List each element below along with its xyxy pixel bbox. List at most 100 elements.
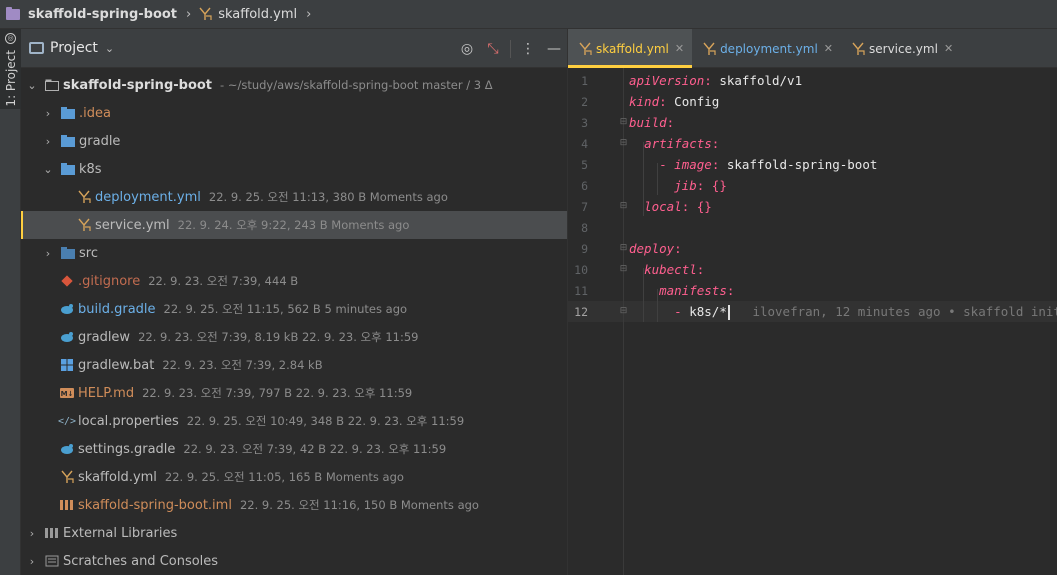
tree-item-label: skaffold-spring-boot	[63, 77, 213, 93]
tree-item-meta: 22. 9. 23. 오전 7:39, 444 B	[148, 274, 299, 288]
project-view-icon	[29, 42, 44, 54]
yaml-value: skaffold-spring-boot	[726, 157, 878, 172]
yaml-separator: :	[696, 178, 712, 193]
code-line: 10 kubectl:	[568, 259, 1057, 280]
close-tab-icon[interactable]: ✕	[675, 42, 684, 55]
breadcrumb-chevron-icon: ›	[186, 6, 192, 22]
tree-item-meta: - ~/study/aws/skaffold-spring-boot maste…	[220, 78, 493, 92]
collapsed-arrow-icon[interactable]: ›	[42, 135, 54, 148]
yaml-key: image	[674, 157, 712, 172]
tree-item-label: skaffold.yml	[78, 469, 157, 485]
chevron-down-icon[interactable]: ⌄	[105, 42, 114, 55]
text-caret	[727, 304, 730, 320]
expanded-arrow-icon[interactable]: ⌄	[42, 163, 54, 176]
tree-item-meta: 22. 9. 24. 오후 9:22, 243 B Moments ago	[177, 218, 410, 232]
tree-item-label: build.gradle	[78, 301, 156, 317]
tree-item-deployment-yml[interactable]: deployment.yml 22. 9. 25. 오전 11:13, 380 …	[21, 183, 567, 211]
yaml-separator: :	[711, 136, 720, 151]
yaml-separator: :	[659, 94, 675, 109]
locate-file-icon[interactable]: ◎	[454, 41, 480, 57]
tree-item-label: External Libraries	[63, 525, 178, 541]
breadcrumb-project-label: skaffold-spring-boot	[28, 6, 178, 22]
yaml-separator: :	[711, 157, 727, 172]
code-line: 3 build:	[568, 112, 1057, 133]
project-panel-title[interactable]: Project	[50, 40, 98, 56]
library-icon	[45, 526, 59, 540]
tree-item-k8s[interactable]: ⌄ k8s	[21, 155, 567, 183]
expanded-arrow-icon[interactable]: ⌄	[26, 79, 38, 92]
git-blame-annotation: ilovefran, 12 minutes ago • skaffold ini…	[752, 303, 1057, 319]
yaml-file-icon	[199, 7, 212, 21]
yaml-separator: :	[704, 73, 720, 88]
tree-item-meta: 22. 9. 23. 오전 7:39, 797 B 22. 9. 23. 오후 …	[142, 386, 413, 400]
tree-item-gradlew-bat[interactable]: gradlew.bat 22. 9. 23. 오전 7:39, 2.84 kB	[21, 351, 567, 379]
tab-service-yml[interactable]: service.yml ✕	[841, 29, 961, 68]
yaml-file-icon	[77, 218, 91, 232]
yaml-separator: :	[696, 262, 705, 277]
tree-item-src[interactable]: › src	[21, 239, 567, 267]
tree-item-iml[interactable]: skaffold-spring-boot.iml 22. 9. 25. 오전 1…	[21, 491, 567, 519]
tree-item-label: .gitignore	[78, 273, 141, 289]
tree-item-scratches[interactable]: › Scratches and Consoles	[21, 547, 567, 575]
toolbar-divider	[510, 39, 511, 58]
collapse-all-icon[interactable]: ⤡	[480, 41, 506, 57]
properties-file-icon: </>	[57, 415, 77, 427]
markdown-file-icon: M↓	[60, 386, 74, 400]
close-tab-icon[interactable]: ✕	[824, 42, 833, 55]
tree-item-gradlew[interactable]: gradlew 22. 9. 23. 오전 7:39, 8.19 kB 22. …	[21, 323, 567, 351]
code-editor[interactable]: ⊟ ⊟ ⊟ ⊟ ⊟ ⊟ 1 apiVersion: skaffold/v1 2 …	[567, 68, 1057, 575]
tree-item-root[interactable]: ⌄ skaffold-spring-boot - ~/study/aws/ska…	[21, 71, 567, 99]
tree-item-idea[interactable]: › .idea	[21, 99, 567, 127]
tree-item-skaffold-yml[interactable]: skaffold.yml 22. 9. 25. 오전 11:05, 165 B …	[21, 463, 567, 491]
yaml-separator: :	[681, 199, 697, 214]
yaml-list-dash: -	[659, 157, 675, 172]
yaml-separator: :	[726, 283, 735, 298]
folder-icon	[61, 134, 75, 148]
tree-item-gradle[interactable]: › gradle	[21, 127, 567, 155]
tree-item-label: k8s	[79, 161, 102, 177]
line-number: 11	[574, 283, 588, 298]
project-tree: ⌄ skaffold-spring-boot - ~/study/aws/ska…	[21, 71, 567, 575]
windows-file-icon	[60, 358, 74, 372]
code-line: 5 - image: skaffold-spring-boot	[568, 154, 1057, 175]
module-folder-icon	[45, 78, 59, 92]
tab-deployment-yml[interactable]: deployment.yml ✕	[692, 29, 841, 68]
hide-panel-icon[interactable]: —	[541, 41, 567, 57]
options-menu-icon[interactable]: ⋮	[515, 41, 541, 57]
folder-icon	[6, 6, 20, 20]
collapsed-arrow-icon[interactable]: ›	[42, 107, 54, 120]
line-number: 8	[581, 220, 588, 235]
tree-item-label: service.yml	[95, 217, 170, 233]
collapsed-arrow-icon[interactable]: ›	[42, 247, 54, 260]
collapsed-arrow-icon[interactable]: ›	[26, 555, 38, 568]
yaml-value: skaffold/v1	[719, 73, 803, 88]
tab-label: service.yml	[869, 41, 938, 56]
tree-item-meta: 22. 9. 25. 오전 11:15, 562 B 5 minutes ago	[163, 302, 408, 316]
tree-item-label: deployment.yml	[95, 189, 201, 205]
close-tab-icon[interactable]: ✕	[944, 42, 953, 55]
gradle-icon	[60, 330, 74, 344]
project-tool-label: 1: Project	[3, 50, 18, 107]
gradle-icon	[60, 442, 74, 456]
tree-item-build-gradle[interactable]: build.gradle 22. 9. 25. 오전 11:15, 562 B …	[21, 295, 567, 323]
tree-item-help-md[interactable]: M↓ HELP.md 22. 9. 23. 오전 7:39, 797 B 22.…	[21, 379, 567, 407]
yaml-key: local	[644, 199, 682, 214]
tree-item-external-libraries[interactable]: › External Libraries	[21, 519, 567, 547]
collapsed-arrow-icon[interactable]: ›	[26, 527, 38, 540]
tree-item-label: src	[79, 245, 98, 261]
tree-item-gitignore[interactable]: .gitignore 22. 9. 23. 오전 7:39, 444 B	[21, 267, 567, 295]
project-tool-tab[interactable]: ◎ 1: Project	[0, 29, 21, 109]
tree-item-service-yml[interactable]: service.yml 22. 9. 24. 오후 9:22, 243 B Mo…	[21, 211, 567, 239]
folder-icon	[61, 162, 75, 176]
yaml-file-icon	[77, 190, 91, 204]
tree-item-label: skaffold-spring-boot.iml	[78, 497, 232, 513]
tree-item-local-properties[interactable]: </> local.properties 22. 9. 25. 오전 10:49…	[21, 407, 567, 435]
yaml-key: artifacts	[644, 136, 712, 151]
tab-skaffold-yml[interactable]: skaffold.yml ✕	[568, 29, 693, 68]
breadcrumb-file[interactable]: skaffold.yml	[199, 7, 297, 22]
tab-label: deployment.yml	[720, 41, 818, 56]
yaml-key: deploy	[629, 241, 675, 256]
breadcrumb-project[interactable]: skaffold-spring-boot	[6, 6, 178, 22]
line-number: 9	[581, 241, 588, 256]
tree-item-settings-gradle[interactable]: settings.gradle 22. 9. 23. 오전 7:39, 42 B…	[21, 435, 567, 463]
